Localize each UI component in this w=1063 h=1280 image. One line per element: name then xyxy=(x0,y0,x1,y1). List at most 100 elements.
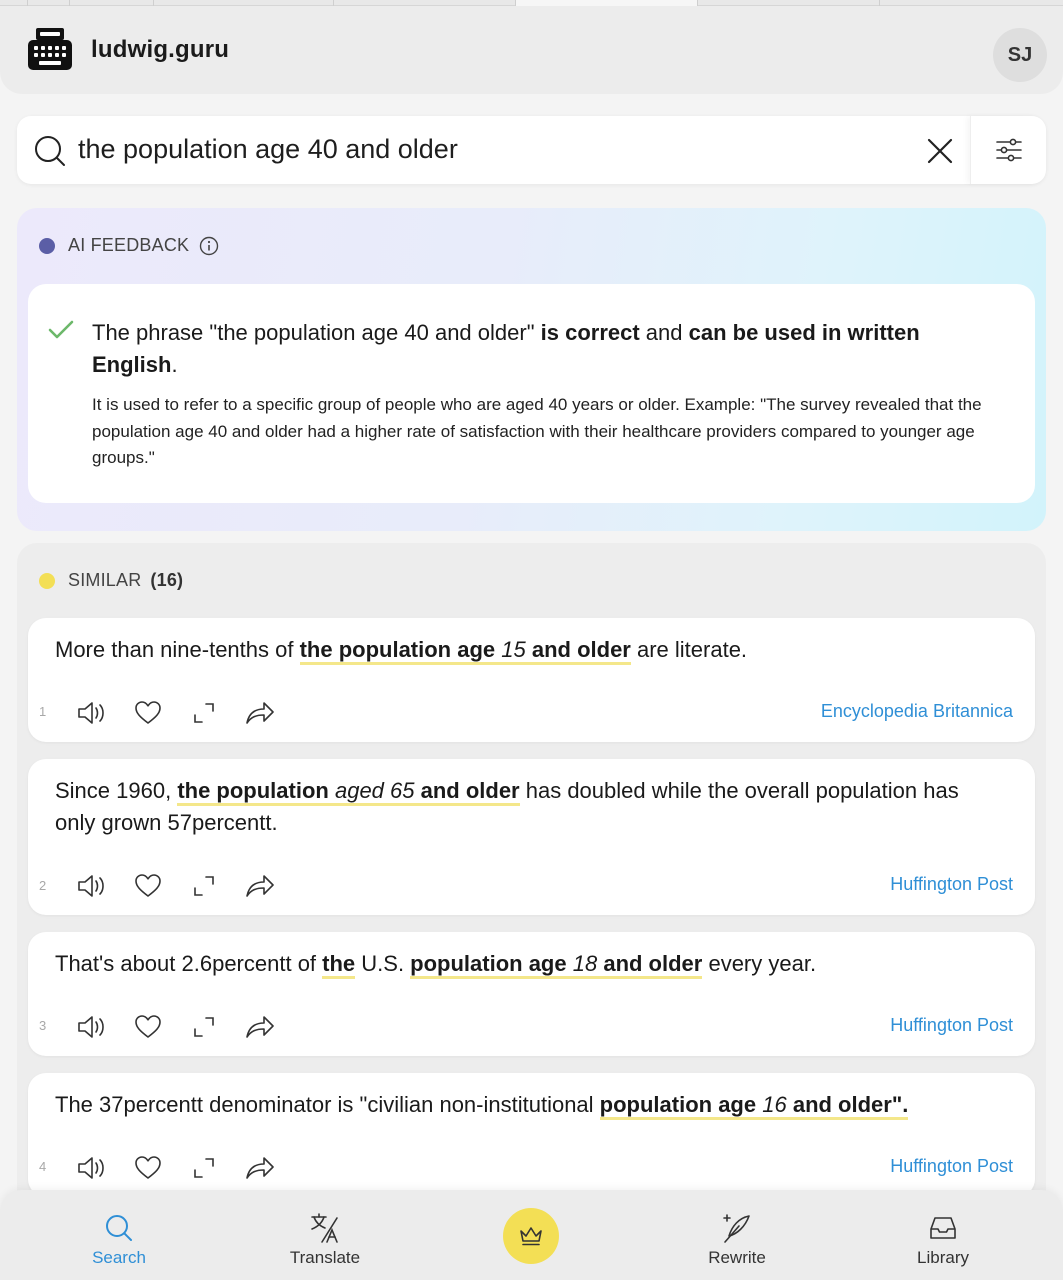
listen-button[interactable] xyxy=(64,871,120,901)
example-source-link[interactable]: Encyclopedia Britannica xyxy=(821,701,1013,722)
similar-count: (16) xyxy=(150,570,184,590)
listen-button[interactable] xyxy=(64,698,120,728)
share-icon xyxy=(246,875,274,897)
similar-panel: SIMILAR (16) More than nine-tenths of th… xyxy=(17,543,1046,1203)
share-button[interactable] xyxy=(232,1012,288,1042)
sentence-text: are literate. xyxy=(630,637,748,662)
highlighted-phrase: the population age xyxy=(299,637,502,662)
search-input[interactable]: the population age 40 and older xyxy=(78,134,458,165)
match-highlight: the xyxy=(322,951,356,979)
bottom-nav: Search Translate Rewrite Library xyxy=(0,1190,1063,1280)
example-source-link[interactable]: Huffington Post xyxy=(890,1156,1013,1177)
expand-icon xyxy=(194,703,214,723)
speaker-icon xyxy=(78,1016,104,1038)
sentence-text: The 37percentt denominator is "civilian … xyxy=(55,1092,600,1117)
highlighted-phrase: 15 xyxy=(501,637,526,662)
summary-emphasis: is correct xyxy=(540,320,640,345)
example-sentence: The 37percentt denominator is "civilian … xyxy=(55,1089,995,1121)
example-card[interactable]: That's about 2.6percentt of the U.S. pop… xyxy=(28,932,1035,1056)
nav-search-label: Search xyxy=(92,1248,146,1267)
speaker-icon xyxy=(78,875,104,897)
similar-label: SIMILAR xyxy=(68,570,142,590)
expand-button[interactable] xyxy=(176,698,232,728)
sentence-text: That's about 2.6percentt of xyxy=(55,951,323,976)
share-icon xyxy=(246,1157,274,1179)
example-card[interactable]: More than nine-tenths of the population … xyxy=(28,618,1035,742)
example-sentence: Since 1960, the population aged 65 and o… xyxy=(55,775,995,839)
info-icon[interactable] xyxy=(199,236,219,256)
example-number: 1 xyxy=(39,704,47,719)
highlighted-phrase: population age xyxy=(599,1092,763,1117)
status-dot xyxy=(39,572,55,589)
favorite-button[interactable] xyxy=(120,871,176,901)
listen-button[interactable] xyxy=(64,1153,120,1183)
example-number: 2 xyxy=(39,878,47,893)
search-icon xyxy=(106,1215,132,1241)
heart-icon xyxy=(135,1156,161,1179)
typewriter-logo-icon[interactable] xyxy=(27,26,73,72)
favorite-button[interactable] xyxy=(120,698,176,728)
ai-feedback-card: The phrase "the population age 40 and ol… xyxy=(28,284,1035,503)
inbox-tray-icon xyxy=(930,1217,956,1239)
nav-translate[interactable]: Translate xyxy=(265,1212,385,1268)
nav-rewrite[interactable]: Rewrite xyxy=(677,1212,797,1268)
filter-button[interactable] xyxy=(970,116,1046,184)
share-button[interactable] xyxy=(232,1153,288,1183)
share-button[interactable] xyxy=(232,698,288,728)
search-icon[interactable] xyxy=(33,134,67,168)
sentence-text: Since 1960, xyxy=(55,778,178,803)
ai-feedback-panel: AI FEEDBACK The phrase "the population a… xyxy=(17,208,1046,531)
listen-button[interactable] xyxy=(64,1012,120,1042)
expand-icon xyxy=(194,876,214,896)
example-card[interactable]: The 37percentt denominator is "civilian … xyxy=(28,1073,1035,1197)
premium-button[interactable] xyxy=(503,1208,559,1264)
example-actions xyxy=(64,1012,288,1042)
nav-translate-label: Translate xyxy=(289,1248,361,1267)
close-icon[interactable] xyxy=(923,134,957,168)
highlighted-phrase: the population xyxy=(177,778,335,803)
example-source-link[interactable]: Huffington Post xyxy=(890,1015,1013,1036)
highlighted-phrase: the xyxy=(322,951,356,976)
expand-button[interactable] xyxy=(176,1012,232,1042)
example-number: 4 xyxy=(39,1159,47,1174)
heart-icon xyxy=(135,1015,161,1038)
nav-library-label: Library xyxy=(917,1248,969,1267)
ai-feedback-header: AI FEEDBACK xyxy=(39,235,219,256)
speaker-icon xyxy=(78,702,104,724)
expand-icon xyxy=(194,1158,214,1178)
share-icon xyxy=(246,702,274,724)
search-bar: the population age 40 and older xyxy=(17,116,1046,184)
site-name[interactable]: ludwig.guru xyxy=(91,36,229,64)
highlighted-phrase: and older". xyxy=(786,1092,909,1117)
nav-search[interactable]: Search xyxy=(59,1212,179,1268)
sentence-text: every year. xyxy=(702,951,817,976)
check-icon xyxy=(48,320,74,339)
nav-rewrite-label: Rewrite xyxy=(708,1248,766,1267)
status-dot xyxy=(39,237,55,254)
expand-button[interactable] xyxy=(176,1153,232,1183)
ai-feedback-summary: The phrase "the population age 40 and ol… xyxy=(92,317,992,381)
favorite-button[interactable] xyxy=(120,1012,176,1042)
heart-icon xyxy=(135,701,161,724)
ai-feedback-label: AI FEEDBACK xyxy=(68,235,190,255)
favorite-button[interactable] xyxy=(120,1153,176,1183)
highlighted-phrase: 16 xyxy=(762,1092,787,1117)
app-header: ludwig.guru SJ xyxy=(0,6,1063,94)
share-button[interactable] xyxy=(232,871,288,901)
expand-icon xyxy=(194,1017,214,1037)
highlighted-phrase: and older xyxy=(414,778,520,803)
sentence-text: U.S. xyxy=(355,951,411,976)
highlighted-phrase: aged 65 xyxy=(334,778,415,803)
example-number: 3 xyxy=(39,1018,47,1033)
user-avatar[interactable]: SJ xyxy=(993,28,1047,82)
expand-button[interactable] xyxy=(176,871,232,901)
example-actions xyxy=(64,1153,288,1183)
match-highlight: the population aged 65 and older xyxy=(177,778,520,806)
highlighted-phrase: population age xyxy=(410,951,573,976)
example-actions xyxy=(64,698,288,728)
example-card[interactable]: Since 1960, the population aged 65 and o… xyxy=(28,759,1035,915)
example-source-link[interactable]: Huffington Post xyxy=(890,874,1013,895)
heart-icon xyxy=(135,874,161,897)
summary-text: The phrase "the population age 40 and ol… xyxy=(92,320,541,345)
nav-library[interactable]: Library xyxy=(883,1212,1003,1268)
